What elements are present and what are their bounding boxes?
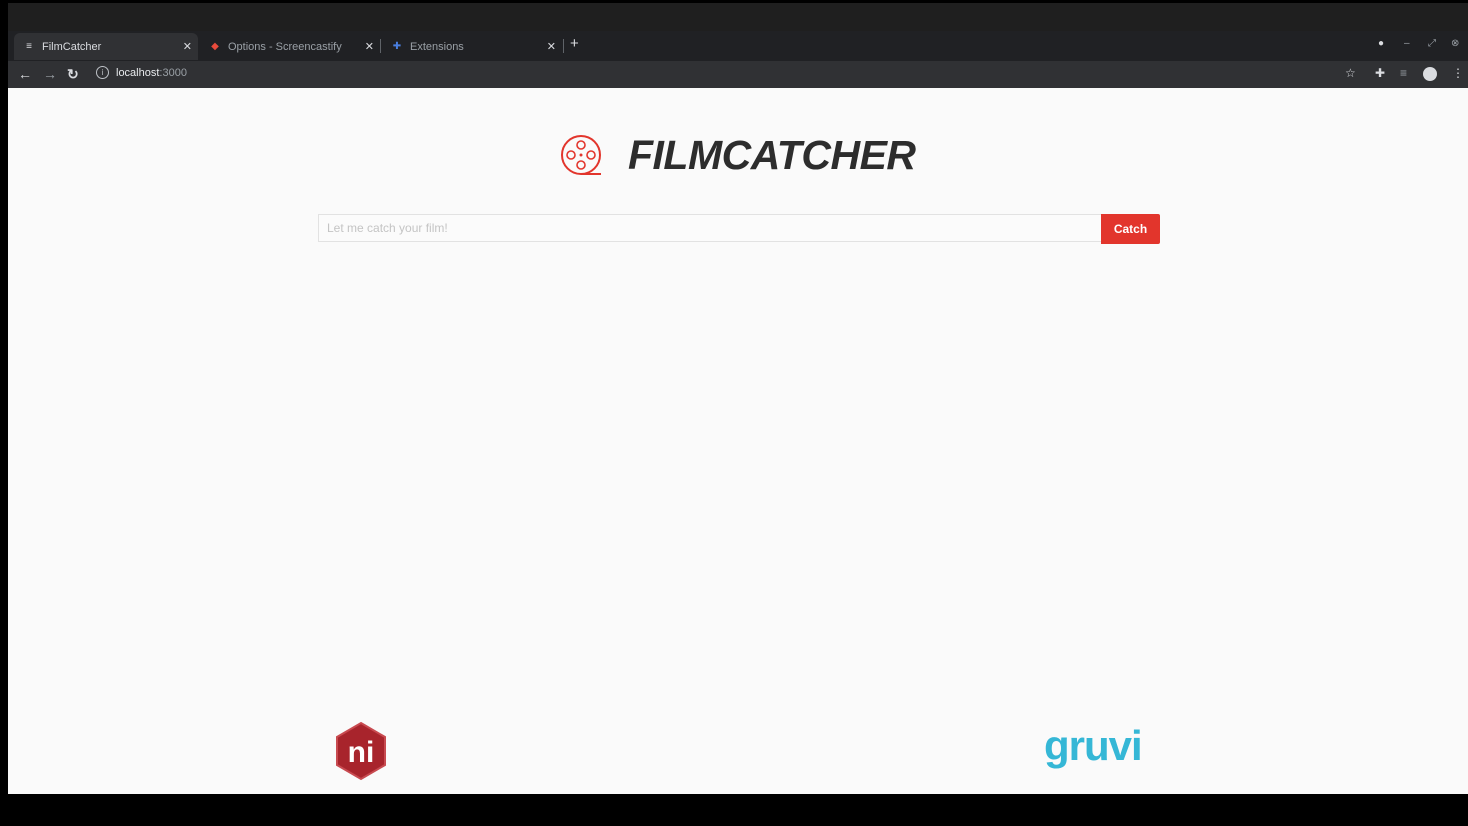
tab-divider	[380, 39, 381, 53]
tab-divider	[563, 39, 564, 53]
tab-options-screencastify[interactable]: ◆ Options - Screencastify ✕	[200, 33, 380, 60]
close-window-icon[interactable]: ⊗	[1451, 38, 1459, 49]
menu-kebab-icon[interactable]: ⋮	[1452, 66, 1464, 80]
minimize-icon[interactable]: –	[1404, 38, 1410, 49]
tab-title: Options - Screencastify	[228, 40, 342, 53]
ni-logo-badge: ni	[336, 721, 386, 781]
tab-extensions[interactable]: ✚ Extensions ✕	[382, 33, 562, 60]
tab-title: FilmCatcher	[42, 40, 102, 53]
reload-icon[interactable]: ↻	[67, 65, 79, 83]
new-tab-button[interactable]: +	[570, 35, 579, 52]
extensions-icon[interactable]: ✚	[1375, 66, 1385, 80]
info-icon[interactable]: i	[96, 66, 109, 79]
url-port: :3000	[159, 66, 187, 79]
close-tab-icon[interactable]: ✕	[183, 40, 192, 53]
forward-icon[interactable]: →	[43, 65, 57, 83]
bookmark-star-icon[interactable]: ☆	[1345, 66, 1356, 80]
film-reel-icon	[561, 134, 601, 175]
back-icon[interactable]: ←	[18, 65, 32, 83]
browser-chrome: ≡ FilmCatcher ✕ ◆ Options - Screencastif…	[8, 3, 1468, 88]
reading-list-icon[interactable]: ≡	[1400, 66, 1407, 80]
profile-avatar-icon[interactable]	[1423, 67, 1437, 81]
close-tab-icon[interactable]: ✕	[547, 40, 556, 53]
ni-logo-text: ni	[348, 736, 375, 769]
catch-button[interactable]: Catch	[1101, 214, 1160, 244]
url-host: localhost	[116, 66, 160, 79]
tab-filmcatcher[interactable]: ≡ FilmCatcher ✕	[14, 33, 198, 60]
app-logo: FILMCATCHER	[560, 132, 916, 179]
puzzle-icon: ✚	[392, 41, 402, 52]
screen: ≡ FilmCatcher ✕ ◆ Options - Screencastif…	[8, 3, 1468, 794]
screencastify-record-icon[interactable]: ●	[1378, 38, 1384, 49]
film-search-input[interactable]	[318, 214, 1102, 242]
tab-strip: ≡ FilmCatcher ✕ ◆ Options - Screencastif…	[8, 31, 1468, 61]
tab-title: Extensions	[410, 40, 464, 53]
screencastify-icon: ◆	[211, 41, 219, 52]
logo-title: FILMCATCHER	[628, 132, 916, 178]
page-content: FILMCATCHER Catch ni gruvi	[8, 88, 1468, 794]
film-tab-icon: ≡	[26, 41, 32, 52]
toolbar: ← → ↻ i localhost:3000 ☆ ✚ ≡ ⋮	[8, 61, 1468, 88]
address-bar[interactable]: i localhost:3000	[96, 66, 187, 79]
ni-sponsor-logo: ni	[330, 720, 392, 787]
maximize-icon[interactable]: ⤢	[1428, 38, 1436, 49]
close-tab-icon[interactable]: ✕	[365, 40, 374, 53]
gruvi-sponsor-logo: gruvi	[1044, 722, 1143, 769]
